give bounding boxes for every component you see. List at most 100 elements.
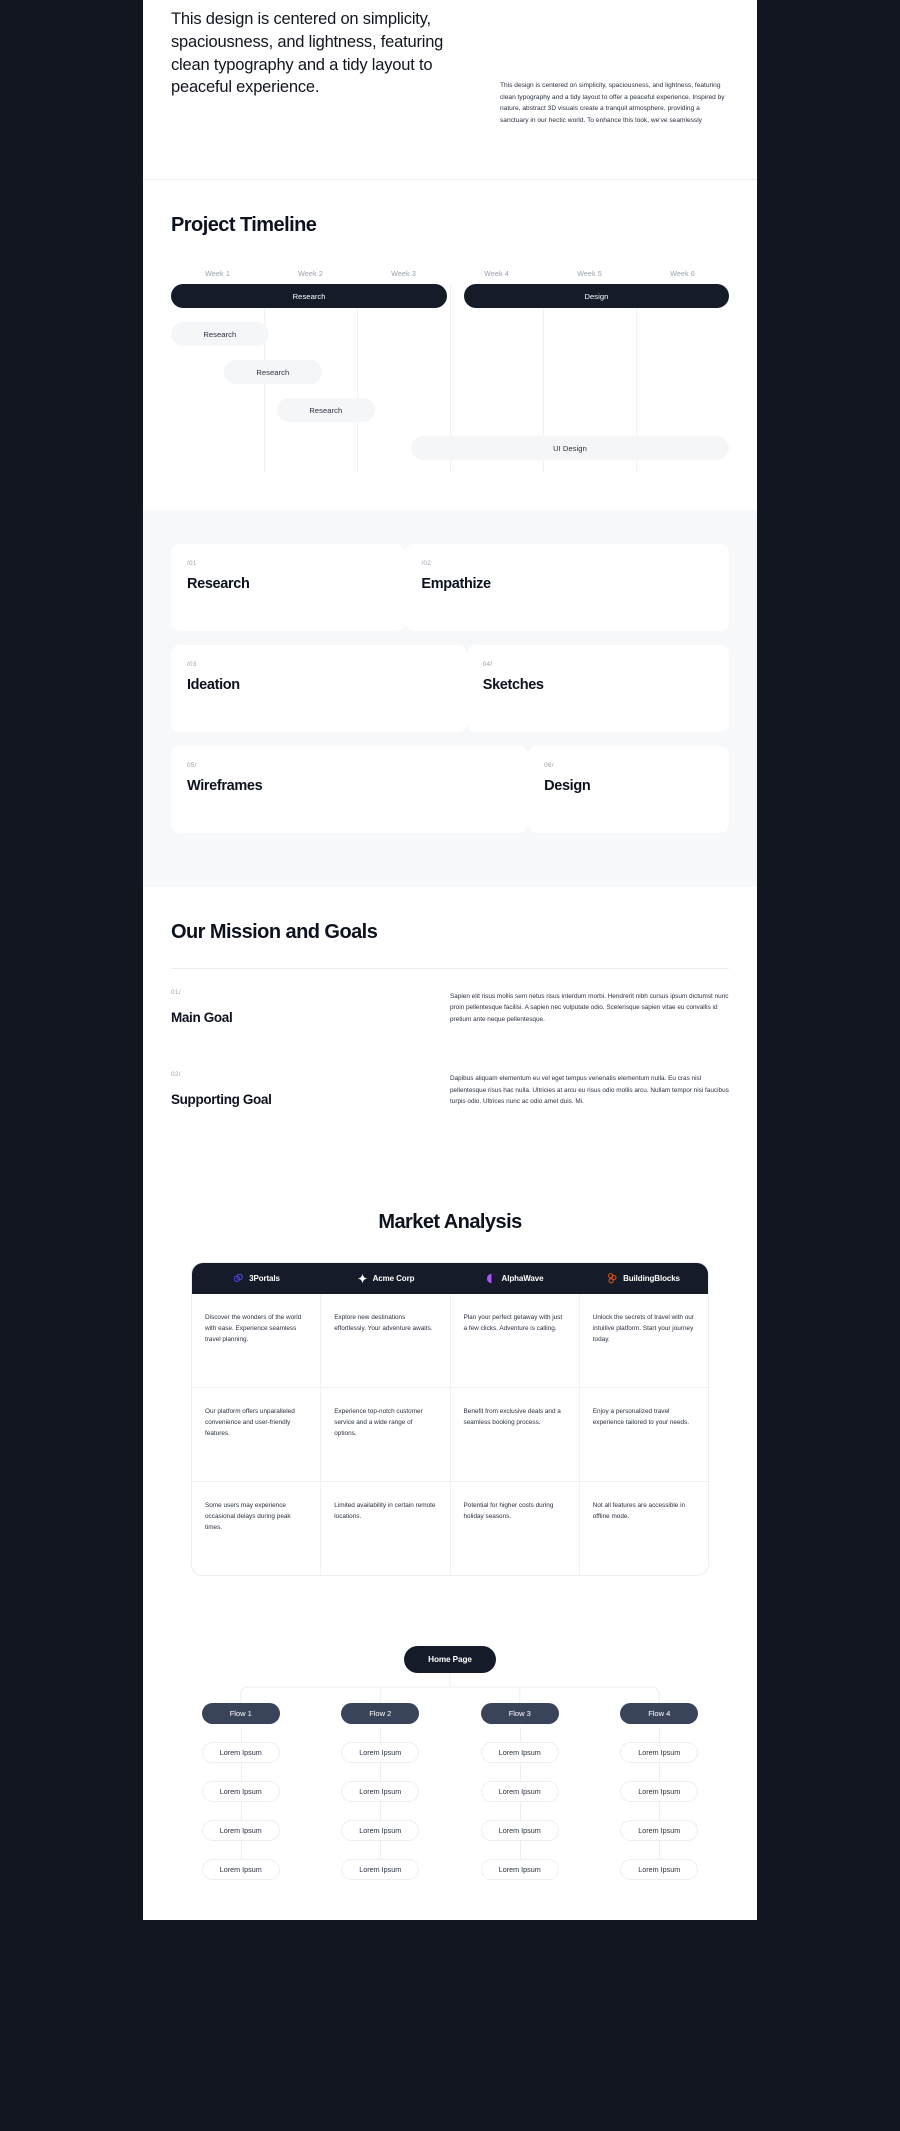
mission-goal-title: Supporting Goal xyxy=(171,1092,272,1108)
mission-goal-row: 02/Supporting Goal Dapibus aliquam elemen… xyxy=(171,1051,729,1133)
flow-column: Flow 4 Lorem Ipsum Lorem Ipsum Lorem Ipsum L… xyxy=(590,1703,730,1881)
flow-sub-node[interactable]: Lorem Ipsum xyxy=(480,1742,559,1764)
timeline-bar[interactable]: Research xyxy=(277,398,375,422)
flow-sub-node[interactable]: Lorem Ipsum xyxy=(480,1820,559,1842)
timeline-bar[interactable]: Research xyxy=(171,322,269,346)
timeline-bar-label: Research xyxy=(256,367,290,377)
page-root: This design is centered on simplicity, s… xyxy=(0,0,900,2131)
table-column-header[interactable]: BuildingBlocks xyxy=(579,1273,708,1284)
timeline-bar-label: Research xyxy=(292,291,326,301)
table-cell: Discover the wonders of the world with e… xyxy=(205,1314,302,1344)
process-card[interactable]: 05/Wireframes xyxy=(171,746,529,833)
timeline-bar-label: Research xyxy=(203,329,237,339)
process-card-number: /02 xyxy=(421,560,432,567)
table-cell: Experience top-notch customer service an… xyxy=(320,1388,449,1482)
process-card[interactable]: 04/Sketches xyxy=(466,645,729,732)
mission-title: Our Mission and Goals xyxy=(171,921,378,943)
flow-connector-lines xyxy=(171,1673,729,1704)
timeline-week-label: Week 2 xyxy=(298,269,323,278)
mission-goal-description: Dapibus aliquam elementum eu vel eget te… xyxy=(450,1075,729,1105)
market-analysis-section: Market Analysis 3Portals Acme Corp AlphaWa… xyxy=(143,1193,757,1637)
sitemap-flow-section: Home Page Flow 1 Lorem Ipsum Lorem Ipsum Lo… xyxy=(143,1636,757,1921)
flow-sub-node[interactable]: Lorem Ipsum xyxy=(341,1859,420,1881)
table-column-header-label: Acme Corp xyxy=(372,1274,415,1284)
flow-sub-node[interactable]: Lorem Ipsum xyxy=(201,1820,280,1842)
timeline-bar-label: Research xyxy=(309,405,343,415)
flow-main-node[interactable]: Flow 4 xyxy=(620,1703,699,1725)
flow-sub-node[interactable]: Lorem Ipsum xyxy=(201,1859,280,1881)
flow-column: Flow 1 Lorem Ipsum Lorem Ipsum Lorem Ipsum L… xyxy=(171,1703,311,1881)
table-row: Our platform offers unparalleled conveni… xyxy=(192,1387,708,1482)
mission-goal-heading-group: 01/Main Goal xyxy=(171,989,450,1025)
flow-main-node[interactable]: Flow 1 xyxy=(201,1703,280,1725)
buildingblocks-logo-icon xyxy=(608,1273,617,1284)
table-cell: Unlock the secrets of travel with our in… xyxy=(578,1294,708,1388)
table-cell: Potential for higher costs during holida… xyxy=(449,1482,579,1576)
alphawave-logo-icon xyxy=(486,1274,496,1284)
process-cards-section: /01 Research/02 Empathize/03 Ideation 04/Ske… xyxy=(143,510,757,887)
flow-columns: Flow 1 Lorem Ipsum Lorem Ipsum Lorem Ipsum L… xyxy=(171,1703,730,1881)
timeline-bar[interactable]: Research xyxy=(171,284,448,308)
table-cell: Explore new destinations effortlessly. Y… xyxy=(320,1294,449,1388)
table-row: Discover the wonders of the world with e… xyxy=(192,1294,708,1388)
process-card-row: /01 Research/02 Empathize xyxy=(171,544,729,631)
flow-sub-node[interactable]: Lorem Ipsum xyxy=(201,1781,280,1803)
process-card-title: Ideation xyxy=(187,677,240,693)
flow-sub-node[interactable]: Lorem Ipsum xyxy=(480,1781,559,1803)
table-cell: Enjoy a personalized travel experience t… xyxy=(578,1388,708,1482)
process-card-number: /01 xyxy=(187,560,197,567)
timeline-gridline xyxy=(357,284,358,472)
timeline-bar-label: UI Design xyxy=(553,443,587,453)
process-card[interactable]: /01 Research xyxy=(171,544,406,631)
process-card-title: Empathize xyxy=(421,576,491,592)
timeline-title: Project Timeline xyxy=(171,214,317,236)
timeline-bar[interactable]: UI Design xyxy=(410,436,729,460)
flow-home-wrapper: Home Page xyxy=(171,1646,729,1674)
3portals-logo-icon xyxy=(233,1274,243,1283)
flow-home-node[interactable]: Home Page xyxy=(404,1646,496,1674)
process-card[interactable]: /02 Empathize xyxy=(405,544,729,631)
timeline-week-label: Week 5 xyxy=(577,269,602,278)
flow-branch-svg xyxy=(240,1673,660,1704)
table-cell: Some users may experience occasional del… xyxy=(205,1502,291,1532)
timeline-bar-label: Design xyxy=(584,291,609,301)
timeline-grid: Research Design Research Research Research UI… xyxy=(171,284,729,472)
table-column-header-label: AlphaWave xyxy=(501,1274,544,1284)
flow-main-node[interactable]: Flow 3 xyxy=(480,1703,559,1725)
timeline-bar[interactable]: Design xyxy=(463,284,729,308)
process-card-number: 06/ xyxy=(544,762,554,769)
table-cell: Plan your perfect getaway with just a fe… xyxy=(449,1294,579,1388)
process-card-number: /03 xyxy=(187,661,197,668)
flow-sub-node[interactable]: Lorem Ipsum xyxy=(480,1859,559,1881)
table-column-header[interactable]: Acme Corp xyxy=(321,1273,450,1284)
flow-sub-node[interactable]: Lorem Ipsum xyxy=(341,1781,420,1803)
mission-goal-number: 02/ xyxy=(171,1071,181,1079)
table-row: Some users may experience occasional del… xyxy=(192,1481,708,1576)
process-card-number: 05/ xyxy=(187,762,197,769)
intro-section: This design is centered on simplicity, s… xyxy=(143,0,757,180)
flow-sub-node[interactable]: Lorem Ipsum xyxy=(620,1820,699,1842)
market-analysis-title: Market Analysis xyxy=(378,1211,522,1234)
table-cell: Benefit from exclusive deals and a seaml… xyxy=(449,1388,579,1482)
flow-sub-node[interactable]: Lorem Ipsum xyxy=(341,1742,420,1764)
table-column-header[interactable]: AlphaWave xyxy=(450,1273,579,1284)
flow-sub-node[interactable]: Lorem Ipsum xyxy=(201,1742,280,1764)
flow-sub-node[interactable]: Lorem Ipsum xyxy=(620,1781,699,1803)
intro-body-text: This design is centered on simplicity, s… xyxy=(500,82,725,125)
process-card[interactable]: /03 Ideation xyxy=(171,645,467,732)
flow-sub-node[interactable]: Lorem Ipsum xyxy=(620,1742,699,1764)
timeline-bar[interactable]: Research xyxy=(224,360,322,384)
table-cell: Not all features are accessible in offli… xyxy=(578,1482,708,1576)
flow-sub-node[interactable]: Lorem Ipsum xyxy=(620,1859,699,1881)
intro-lead-text: This design is centered on simplicity, s… xyxy=(171,10,444,97)
mission-section: Our Mission and Goals 01/Main Goal Sapien… xyxy=(143,887,757,1194)
mission-goal-title: Main Goal xyxy=(171,1010,233,1025)
timeline-week-label: Week 6 xyxy=(670,269,695,278)
table-column-header[interactable]: 3Portals xyxy=(192,1273,321,1284)
table-header-row: 3Portals Acme Corp AlphaWave BuildingBlocks xyxy=(192,1263,708,1295)
flow-main-node[interactable]: Flow 2 xyxy=(341,1703,420,1725)
table-cell: Limited availability in certain remote l… xyxy=(320,1482,449,1576)
flow-sub-node[interactable]: Lorem Ipsum xyxy=(341,1820,420,1842)
process-card[interactable]: 06/Design xyxy=(528,746,729,833)
flow-column: Flow 2 Lorem Ipsum Lorem Ipsum Lorem Ipsum L… xyxy=(311,1703,451,1881)
